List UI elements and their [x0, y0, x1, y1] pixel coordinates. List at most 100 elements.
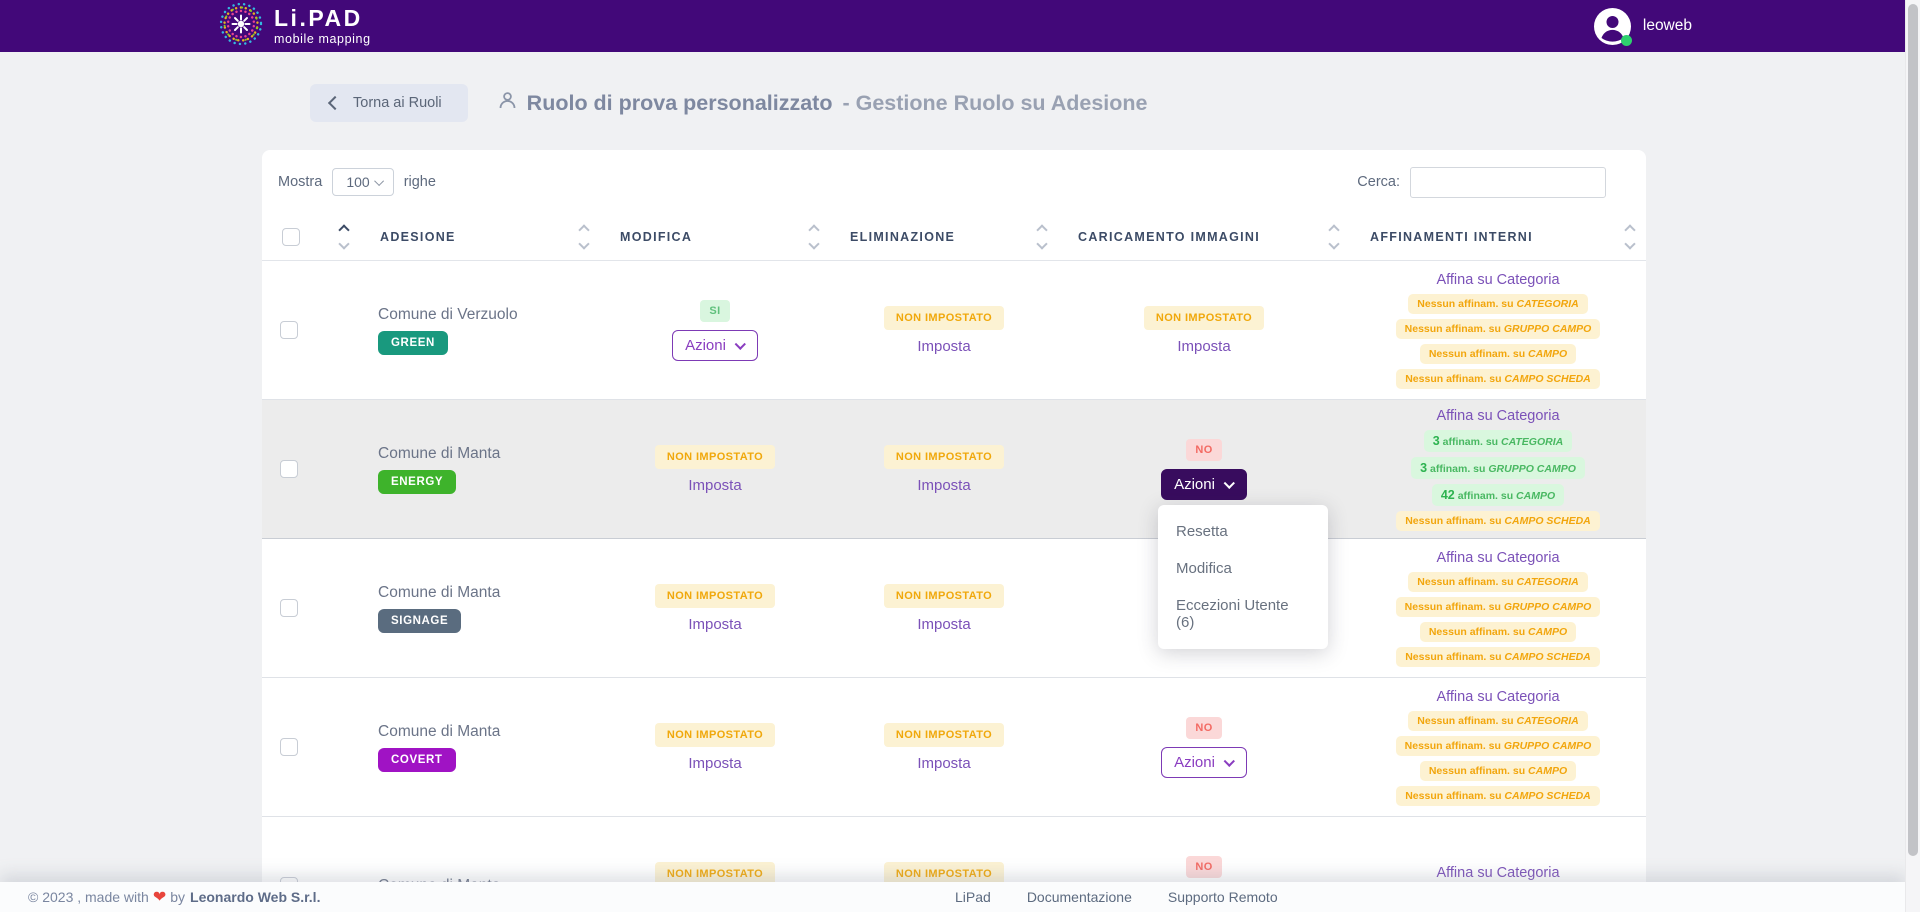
chevron-down-icon	[1624, 238, 1635, 249]
top-navbar: Li.PAD mobile mapping leoweb	[0, 0, 1920, 52]
adesione-name: Comune di Manta	[378, 584, 500, 602]
table-row: Comune di Verzuolo GREEN SI Azioni NON I…	[262, 261, 1646, 400]
page-size-value: 100	[346, 174, 369, 190]
imposta-link[interactable]: Imposta	[917, 338, 970, 355]
search-label: Cerca:	[1357, 174, 1400, 190]
si-badge: SI	[700, 300, 729, 322]
header-affinamenti-interni[interactable]: AFFINAMENTI INTERNI	[1350, 214, 1646, 260]
chevron-down-icon	[1328, 238, 1339, 249]
heart-icon: ❤	[153, 887, 166, 907]
footer-link-documentazione[interactable]: Documentazione	[1027, 889, 1132, 905]
page: Li.PAD mobile mapping leoweb Torna ai Ru…	[0, 0, 1920, 912]
affina-su-categoria-link[interactable]: Affina su Categoria	[1436, 689, 1559, 705]
affinamento-badge: Nessun affinam. su CATEGORIA	[1408, 294, 1587, 314]
logo[interactable]: Li.PAD mobile mapping	[218, 1, 371, 52]
footer-company: Leonardo Web S.r.l.	[190, 889, 320, 905]
sort-icons[interactable]	[580, 226, 588, 248]
back-to-roles-button[interactable]: Torna ai Ruoli	[310, 84, 468, 122]
row-checkbox[interactable]	[280, 599, 298, 617]
header-adesione[interactable]: ADESIONE	[360, 214, 600, 260]
affinamento-badge: Nessun affinam. su CAMPO SCHEDA	[1396, 511, 1600, 531]
row-checkbox[interactable]	[280, 321, 298, 339]
imposta-link[interactable]: Imposta	[917, 477, 970, 494]
menu-item-resetta[interactable]: Resetta	[1158, 513, 1328, 550]
back-button-label: Torna ai Ruoli	[353, 95, 442, 111]
affina-su-categoria-link[interactable]: Affina su Categoria	[1436, 272, 1559, 288]
search-input[interactable]	[1410, 167, 1606, 198]
roles-table-card: Mostra 100 righe Cerca:	[262, 150, 1646, 912]
select-all-checkbox[interactable]	[282, 228, 300, 246]
affinamento-badge: 3 affinam. su CATEGORIA	[1424, 430, 1572, 452]
imposta-link[interactable]: Imposta	[917, 616, 970, 633]
adesione-tag: COVERT	[378, 748, 456, 772]
person-icon	[498, 91, 517, 116]
imposta-link[interactable]: Imposta	[688, 755, 741, 772]
sort-icons[interactable]	[1626, 226, 1634, 248]
imposta-link[interactable]: Imposta	[688, 616, 741, 633]
affinamento-badge: Nessun affinam. su GRUPPO CAMPO	[1396, 319, 1601, 339]
page-title-sub: - Gestione Ruolo su Adesione	[842, 91, 1147, 116]
chevron-up-icon	[808, 224, 819, 235]
affinamento-badge: Nessun affinam. su CAMPO	[1420, 761, 1576, 781]
chevron-left-icon	[328, 96, 342, 110]
footer-link-lipad[interactable]: LiPad	[955, 889, 991, 905]
chevron-down-icon	[1224, 756, 1235, 767]
affina-su-categoria-link[interactable]: Affina su Categoria	[1436, 550, 1559, 566]
affinamento-badge: Nessun affinam. su GRUPPO CAMPO	[1396, 597, 1601, 617]
azioni-dropdown-button[interactable]: Azioni	[672, 330, 758, 361]
table-row: Comune di Manta SIGNAGE NON IMPOSTATO Im…	[262, 539, 1646, 678]
footer: © 2023 , made with ❤ by Leonardo Web S.r…	[0, 882, 1906, 912]
username: leoweb	[1643, 17, 1692, 35]
scrollbar-thumb[interactable]	[1908, 4, 1918, 856]
imposta-link[interactable]: Imposta	[1177, 338, 1230, 355]
chevron-up-icon	[1328, 224, 1339, 235]
chevron-down-icon	[1036, 238, 1047, 249]
adesione-name: Comune di Verzuolo	[378, 306, 518, 324]
affina-su-categoria-link[interactable]: Affina su Categoria	[1436, 865, 1559, 881]
sort-icons[interactable]	[340, 226, 348, 248]
user-avatar	[1594, 8, 1631, 45]
affinamento-badge: Nessun affinam. su CAMPO	[1420, 622, 1576, 642]
sort-icons[interactable]	[1038, 226, 1046, 248]
row-checkbox[interactable]	[280, 738, 298, 756]
chevron-up-icon	[1036, 224, 1047, 235]
row-checkbox[interactable]	[280, 460, 298, 478]
adesione-name: Comune di Manta	[378, 723, 500, 741]
adesione-tag: GREEN	[378, 331, 448, 355]
chevron-down-icon	[1224, 478, 1235, 489]
adesione-tag: SIGNAGE	[378, 609, 461, 633]
sort-icons[interactable]	[810, 226, 818, 248]
no-badge: NO	[1186, 439, 1221, 461]
sort-icons[interactable]	[1330, 226, 1338, 248]
azioni-dropdown-button[interactable]: Azioni	[1161, 747, 1247, 778]
header-select-column[interactable]	[262, 214, 360, 260]
non-impostato-badge: NON IMPOSTATO	[884, 584, 1004, 608]
page-size-select[interactable]: 100	[332, 168, 393, 196]
azioni-dropdown-button-open[interactable]: Azioni	[1161, 469, 1247, 500]
affina-su-categoria-link[interactable]: Affina su Categoria	[1436, 408, 1559, 424]
chevron-up-icon	[578, 224, 589, 235]
header-eliminazione[interactable]: ELIMINAZIONE	[830, 214, 1058, 260]
header-modifica[interactable]: MODIFICA	[600, 214, 830, 260]
table-row: Comune di Manta COVERT NON IMPOSTATO Imp…	[262, 678, 1646, 817]
table-header-row: ADESIONE MODIFICA ELIMINAZIONE	[262, 214, 1646, 261]
chevron-down-icon	[374, 176, 384, 186]
user-menu[interactable]: leoweb	[1594, 8, 1692, 45]
no-badge: NO	[1186, 856, 1221, 878]
page-header: Torna ai Ruoli Ruolo di prova personaliz…	[310, 84, 1148, 122]
menu-item-modifica[interactable]: Modifica	[1158, 550, 1328, 587]
imposta-link[interactable]: Imposta	[688, 477, 741, 494]
menu-item-eccezioni-utente[interactable]: Eccezioni Utente (6)	[1158, 587, 1328, 641]
azioni-dropdown-menu: Resetta Modifica Eccezioni Utente (6)	[1158, 505, 1328, 649]
table-controls: Mostra 100 righe Cerca:	[262, 166, 1646, 198]
chevron-up-icon	[338, 224, 349, 235]
footer-by: by	[170, 889, 185, 905]
header-caricamento-immagini[interactable]: CARICAMENTO IMMAGINI	[1058, 214, 1350, 260]
footer-link-supporto-remoto[interactable]: Supporto Remoto	[1168, 889, 1278, 905]
affinamento-badge: Nessun affinam. su CATEGORIA	[1408, 572, 1587, 592]
non-impostato-badge: NON IMPOSTATO	[655, 445, 775, 469]
non-impostato-badge: NON IMPOSTATO	[655, 584, 775, 608]
imposta-link[interactable]: Imposta	[917, 755, 970, 772]
chevron-down-icon	[735, 339, 746, 350]
vertical-scrollbar[interactable]	[1905, 0, 1920, 912]
